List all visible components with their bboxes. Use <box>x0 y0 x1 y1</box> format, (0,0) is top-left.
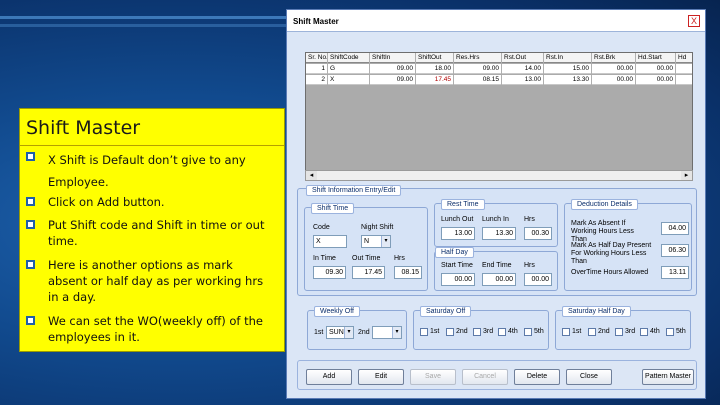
grid-header-cell[interactable]: Res.Hrs <box>454 53 502 63</box>
decor-stripe <box>0 16 290 19</box>
scroll-right-icon[interactable]: ▸ <box>681 171 692 180</box>
grid-header-cell[interactable]: ShiftIn <box>370 53 416 63</box>
chevron-down-icon[interactable]: ▾ <box>381 236 390 247</box>
half-day-group: Half Day Start Time End Time Hrs 00.00 0… <box>434 247 558 291</box>
checkbox-bullet-icon <box>26 197 35 206</box>
saturday-off-label: Saturday Off <box>420 306 472 317</box>
callout-divider <box>20 145 284 146</box>
saturday-half-day-group: Saturday Half Day 1st 2nd 3rd 4th 5th <box>555 306 691 350</box>
shift-in-time-input[interactable]: 09.30 <box>313 266 346 279</box>
absent-hours-input[interactable]: 04.00 <box>661 222 689 235</box>
window-titlebar: Shift Master X <box>287 10 705 32</box>
saturday-off-5th-checkbox[interactable] <box>524 328 532 336</box>
delete-button[interactable]: Delete <box>514 369 560 385</box>
saturday-half-day-label: Saturday Half Day <box>562 306 631 317</box>
grid-header-cell[interactable]: Rst.Brk <box>592 53 636 63</box>
deduction-details-group: Deduction Details Mark As Absent If Work… <box>564 199 692 291</box>
saturday-half-5th-checkbox[interactable] <box>666 328 674 336</box>
shift-grid: Sr. No. ShiftCode ShiftIn ShiftOut Res.H… <box>305 52 693 180</box>
close-button[interactable]: Close <box>566 369 612 385</box>
decor-stripe <box>0 24 290 27</box>
action-button-bar: Add Edit Save Cancel Delete Close Patter… <box>297 360 697 390</box>
weekly-off-label: Weekly Off <box>314 306 360 317</box>
rest-time-group: Rest Time Lunch Out Lunch In Hrs 13.00 1… <box>434 199 558 247</box>
grid-header-cell[interactable]: ShiftOut <box>416 53 454 63</box>
grid-header-cell[interactable]: Hd <box>676 53 692 63</box>
half-day-hours-input[interactable]: 06.30 <box>661 244 689 257</box>
saturday-half-2nd-checkbox[interactable] <box>588 328 596 336</box>
add-button[interactable]: Add <box>306 369 352 385</box>
scroll-left-icon[interactable]: ◂ <box>306 171 317 180</box>
saturday-off-3rd-checkbox[interactable] <box>473 328 481 336</box>
grid-header-cell[interactable]: Sr. No. <box>306 53 328 63</box>
rest-time-label: Rest Time <box>441 199 485 210</box>
table-row[interactable]: 2 X 09.00 17.45 08.15 13.00 13.30 00.00 … <box>306 75 692 85</box>
saturday-half-3rd-checkbox[interactable] <box>615 328 623 336</box>
saturday-off-4th-checkbox[interactable] <box>498 328 506 336</box>
checkbox-bullet-icon <box>26 316 35 325</box>
pattern-master-button[interactable]: Pattern Master <box>642 369 694 385</box>
saturday-off-2nd-checkbox[interactable] <box>446 328 454 336</box>
edit-button[interactable]: Edit <box>358 369 404 385</box>
deduction-details-label: Deduction Details <box>571 199 638 210</box>
shift-master-window: Shift Master X Sr. No. ShiftCode ShiftIn… <box>286 9 706 399</box>
half-day-start-input[interactable]: 00.00 <box>441 273 475 286</box>
checkbox-bullet-icon <box>26 260 35 269</box>
half-day-end-input[interactable]: 00.00 <box>482 273 516 286</box>
saturday-half-1st-checkbox[interactable] <box>562 328 570 336</box>
first-weekly-off-select[interactable]: SUN ▾ <box>326 326 354 339</box>
table-row[interactable]: 1 G 09.00 18.00 09.00 14.00 15.00 00.00 … <box>306 64 692 74</box>
grid-horizontal-scrollbar[interactable]: ◂ ▸ <box>305 170 693 181</box>
overtime-hours-input[interactable]: 13.11 <box>661 266 689 279</box>
save-button[interactable]: Save <box>410 369 456 385</box>
half-day-hrs-input[interactable]: 00.00 <box>524 273 552 286</box>
shift-time-label: Shift Time <box>311 203 355 214</box>
grid-header-cell[interactable]: Hd.Start <box>636 53 676 63</box>
window-close-button[interactable]: X <box>688 15 700 27</box>
shift-code-input[interactable]: X <box>313 235 347 248</box>
saturday-off-group: Saturday Off 1st 2nd 3rd 4th 5th <box>413 306 549 350</box>
chevron-down-icon[interactable]: ▾ <box>392 327 401 338</box>
shift-hrs-input[interactable]: 08.15 <box>394 266 422 279</box>
grid-header-row: Sr. No. ShiftCode ShiftIn ShiftOut Res.H… <box>306 53 692 63</box>
grid-header-cell[interactable]: Rst.In <box>544 53 592 63</box>
shift-information-panel: Shift Information Entry/Edit Shift Time … <box>297 185 697 296</box>
checkbox-bullet-icon <box>26 220 35 229</box>
grid-header-cell[interactable]: ShiftCode <box>328 53 370 63</box>
saturday-off-1st-checkbox[interactable] <box>420 328 428 336</box>
shift-out-time-input[interactable]: 17.45 <box>352 266 385 279</box>
shift-information-tab[interactable]: Shift Information Entry/Edit <box>306 185 402 196</box>
lunch-in-input[interactable]: 13.30 <box>482 227 516 240</box>
shift-time-group: Shift Time Code Night Shift X N ▾ In Tim… <box>304 203 428 291</box>
weekly-off-group: Weekly Off 1st SUN ▾ 2nd ▾ <box>307 306 407 350</box>
window-title: Shift Master <box>293 17 339 26</box>
lunch-out-input[interactable]: 13.00 <box>441 227 475 240</box>
callout-title: Shift Master <box>26 117 141 139</box>
chevron-down-icon[interactable]: ▾ <box>344 327 353 338</box>
rest-hrs-input[interactable]: 00.30 <box>524 227 552 240</box>
saturday-half-4th-checkbox[interactable] <box>640 328 648 336</box>
second-weekly-off-select[interactable]: ▾ <box>372 326 402 339</box>
grid-header-cell[interactable]: Rst.Out <box>502 53 544 63</box>
checkbox-bullet-icon <box>26 152 35 161</box>
half-day-label: Half Day <box>435 247 474 258</box>
explanation-callout: Shift Master X Shift is Default don’t gi… <box>19 108 285 352</box>
night-shift-select[interactable]: N ▾ <box>361 235 391 248</box>
cancel-button[interactable]: Cancel <box>462 369 508 385</box>
